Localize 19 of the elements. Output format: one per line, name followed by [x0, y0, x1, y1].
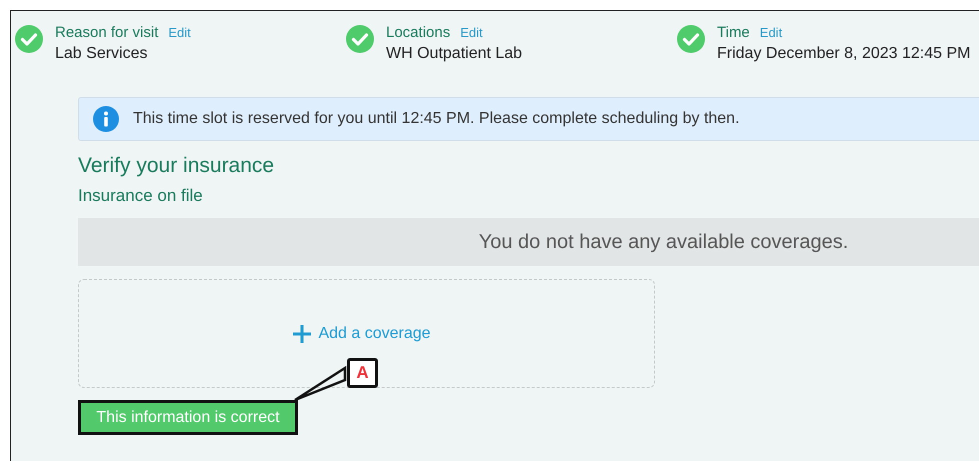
step-value: WH Outpatient Lab	[386, 44, 522, 64]
step-label: Time	[717, 23, 750, 43]
confirm-button[interactable]: This information is correct	[78, 400, 298, 435]
edit-link[interactable]: Edit	[168, 22, 191, 43]
add-coverage-button[interactable]: Add a coverage	[292, 324, 431, 344]
info-icon	[93, 106, 119, 132]
edit-link[interactable]: Edit	[460, 22, 483, 43]
step-value: Lab Services	[55, 44, 148, 64]
edit-link[interactable]: Edit	[760, 22, 782, 43]
step-value: Friday December 8, 2023 12:45 PM	[717, 44, 970, 64]
section-heading: Verify your insurance	[78, 153, 274, 179]
plus-icon	[292, 324, 312, 344]
notice-text: This time slot is reserved for you until 12:45 PM. Please complete scheduling by then.	[133, 110, 740, 128]
leader-line	[294, 366, 346, 402]
step-label: Reason for visit	[55, 23, 158, 43]
empty-message: You do not have any available coverages.	[478, 230, 848, 254]
section-subheading: Insurance on file	[78, 185, 203, 207]
step-label: Locations	[386, 23, 450, 43]
annotation-label: A	[347, 358, 378, 388]
